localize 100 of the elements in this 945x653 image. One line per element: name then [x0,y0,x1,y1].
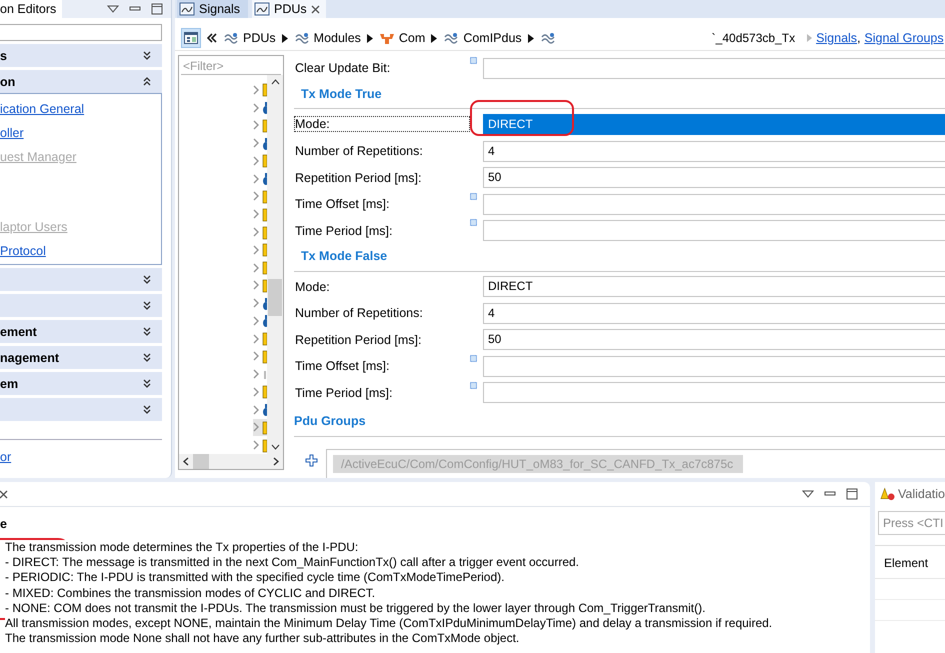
tree-row[interactable] [253,418,267,436]
network-icon [443,31,460,45]
separator-arrow-icon [282,34,288,42]
section-heading: Tx Mode True [300,86,383,102]
view-tab[interactable]: Validatio [875,482,945,506]
breadcrumb-item[interactable]: Com [378,31,426,45]
expand-icon [142,301,152,310]
section-link[interactable]: Protocol [0,242,46,260]
expand-icon [142,405,152,414]
section-heading: Pdu Groups [294,413,367,430]
tree-row[interactable] [253,188,267,206]
maximize-icon[interactable] [151,3,163,15]
input-field[interactable] [483,356,945,377]
separator-arrow-icon [431,34,438,42]
input-field[interactable] [483,194,945,215]
input-field[interactable] [483,220,945,242]
panel-title: e [0,517,8,531]
field-label: Repetition Period [ms]: [294,170,422,186]
scroll-left-icon[interactable] [183,457,189,466]
expand-icon [142,379,152,388]
chart-icon [254,2,270,16]
breadcrumb-item[interactable]: ComIPdus [443,31,522,45]
expand-icon [142,51,152,60]
tree-row[interactable] [253,383,267,401]
input-field[interactable] [483,58,945,79]
input-field[interactable]: 50 [483,167,945,188]
tree-row[interactable] [253,330,267,348]
section-header[interactable]: nagement [0,346,162,369]
validation-icon [880,487,895,501]
section-link[interactable]: ication General [0,100,84,118]
scroll-down-icon[interactable] [270,444,280,450]
link[interactable]: Signal Groups [864,31,944,45]
filter-field[interactable] [0,24,162,41]
tree-row[interactable] [253,240,267,259]
element-icon [262,296,267,311]
close-icon[interactable] [310,4,320,14]
close-icon[interactable] [0,490,9,498]
maximize-icon[interactable] [846,488,858,500]
link-separator: , [857,31,860,45]
vertical-scrollbar[interactable] [267,75,283,454]
field-label: Time Period [ms]: [294,222,394,239]
input-field[interactable]: 4 [483,302,945,324]
module-icon [378,31,395,45]
field-label: Time Offset [ms]: [294,196,390,212]
section-heading: Tx Mode False [300,248,388,265]
scroll-up-icon[interactable] [270,79,280,85]
element-icon [262,136,267,151]
input-field[interactable]: DIRECT [483,114,945,135]
separator-arrow-icon [528,34,534,42]
column-header: Element [875,546,945,579]
dropdown-icon[interactable] [107,4,119,14]
separator-arrow-icon [807,34,812,42]
element-icon [262,100,267,116]
tree-row[interactable] [253,258,267,276]
breadcrumb-text: `_40d573cb_Tx [712,31,796,45]
scroll-thumb[interactable] [268,279,282,316]
network-icon [294,31,310,45]
field-label: Time Offset [ms]: [294,358,390,374]
input-field[interactable] [483,382,945,404]
field-label: Time Period [ms]: [294,384,394,401]
tree-row[interactable] [253,116,267,134]
footer-link[interactable]: or [0,448,12,466]
view-tab[interactable]: on Editors [0,0,62,18]
breadcrumb-item[interactable]: Modules [294,31,361,45]
chart-icon [179,2,195,16]
editor-tab[interactable]: PDUs [252,0,326,18]
breadcrumb-item[interactable]: PDUs [223,31,276,45]
section-header[interactable]: ement [0,320,162,343]
section-header[interactable]: on [0,70,162,93]
horizontal-scrollbar[interactable] [179,454,283,469]
breadcrumb-item[interactable] [540,31,556,45]
field-label: Clear Update Bit: [294,60,392,76]
field-label: Number of Repetitions: [294,143,424,160]
section-header[interactable]: s [0,44,162,67]
scroll-right-icon[interactable] [273,457,279,466]
input-field[interactable]: DIRECT [483,276,945,298]
field-label: Repetition Period [ms]: [294,332,422,348]
tree-row[interactable] [253,152,267,170]
network-icon [223,31,239,45]
add-icon[interactable] [305,454,318,467]
search-field[interactable]: Press <CTI [878,511,945,535]
tree-toggle-button[interactable] [181,28,201,48]
scroll-thumb[interactable] [193,454,209,469]
input-field[interactable]: 50 [483,329,945,350]
input-field[interactable]: 4 [483,140,945,162]
section-link[interactable]: oller [0,124,24,142]
element-icon [262,313,267,328]
back-icon[interactable] [207,33,217,43]
element-icon [262,402,267,418]
collapse-icon [142,77,152,86]
section-header[interactable]: em [0,372,162,395]
element-icon [262,171,267,186]
editor-tab[interactable]: Signals [177,0,248,18]
expand-icon [142,353,152,362]
expand-icon [142,327,152,336]
link[interactable]: Signals [816,31,858,45]
separator-arrow-icon [366,34,373,42]
dropdown-icon[interactable] [802,489,814,499]
field-label: Mode: [294,278,331,295]
field-label: Mode: [294,116,470,132]
